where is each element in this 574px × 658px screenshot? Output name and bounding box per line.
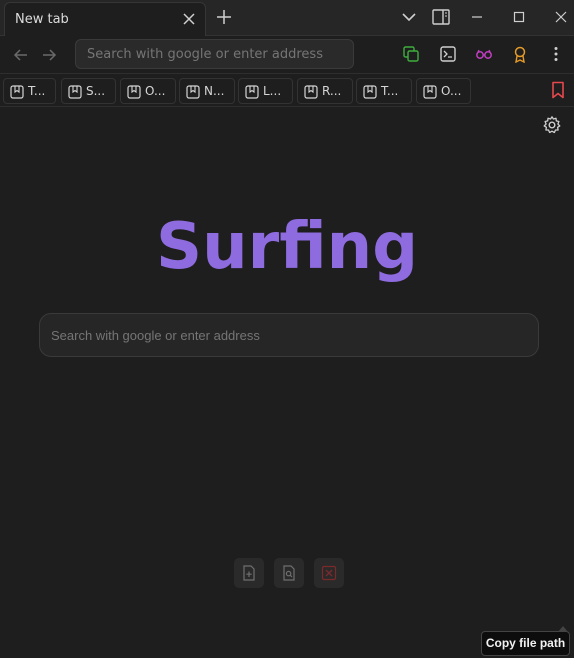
close-icon[interactable] — [181, 11, 197, 27]
bookmark-icon — [245, 84, 259, 99]
file-plus-icon — [243, 565, 255, 581]
bookmark-label: N... — [204, 84, 225, 98]
surfing-logo: Surfing — [155, 210, 419, 284]
bookmark-label: O... — [145, 84, 166, 98]
x-square-icon — [321, 565, 337, 581]
file-search-icon — [283, 565, 295, 581]
terminal-icon[interactable] — [439, 45, 457, 63]
bookmark-icon — [186, 84, 200, 99]
bookmark-icon — [423, 84, 437, 99]
search-input[interactable] — [39, 313, 539, 357]
tab-title: New tab — [15, 12, 69, 27]
tab-bar: New tab — [0, 0, 574, 36]
bookmark-item[interactable]: N... — [179, 78, 235, 104]
bookmark-item[interactable]: R... — [297, 78, 353, 104]
sidebar-icon[interactable] — [431, 7, 451, 27]
new-file-button[interactable] — [234, 558, 264, 588]
delete-button[interactable] — [314, 558, 344, 588]
bookmark-icon — [68, 84, 82, 99]
bookmark-icon — [127, 84, 141, 99]
arrow-left-icon[interactable] — [12, 46, 30, 64]
search-file-button[interactable] — [274, 558, 304, 588]
bookmark-item[interactable]: S... — [61, 78, 116, 104]
glasses-icon[interactable] — [475, 45, 493, 63]
bookmark-label: S... — [86, 84, 106, 98]
award-icon[interactable] — [511, 45, 529, 64]
chevron-down-icon[interactable] — [399, 7, 419, 27]
bookmark-icon — [363, 84, 377, 99]
bookmark-item[interactable]: L... — [238, 78, 293, 104]
more-vertical-icon[interactable] — [547, 45, 565, 63]
bookmark-label: O... — [441, 84, 462, 98]
maximize-icon[interactable] — [509, 7, 529, 27]
bookmark-item[interactable]: O... — [120, 78, 176, 104]
bookmark-label: L... — [263, 84, 282, 98]
bookmark-icon — [10, 84, 24, 99]
bookmark-item[interactable]: O... — [416, 78, 471, 104]
tab-new-tab[interactable]: New tab — [4, 2, 206, 36]
browser-window: New tab Search with google or enter addr… — [0, 0, 574, 658]
plus-icon[interactable] — [214, 7, 234, 27]
arrow-right-icon[interactable] — [40, 46, 58, 64]
gear-icon[interactable] — [542, 115, 562, 135]
bookmark-item[interactable]: T... — [3, 78, 56, 104]
address-bar-input[interactable] — [75, 39, 354, 69]
bookmark-item[interactable]: T... — [356, 78, 412, 104]
minimize-icon[interactable] — [467, 7, 487, 27]
bookmark-icon — [304, 84, 318, 99]
copy-icon[interactable] — [402, 45, 420, 63]
bookmark-label: T... — [28, 84, 46, 98]
bookmarks-bar: T... S... O... N... L... R... T... O... — [0, 75, 574, 107]
bookmark-label: R... — [322, 84, 342, 98]
tooltip: Copy file path — [481, 626, 570, 656]
close-window-icon[interactable] — [551, 7, 571, 27]
navigation-bar — [0, 36, 574, 74]
bookmark-label: T... — [381, 84, 399, 98]
bookmark-bar-icon[interactable] — [550, 81, 566, 99]
